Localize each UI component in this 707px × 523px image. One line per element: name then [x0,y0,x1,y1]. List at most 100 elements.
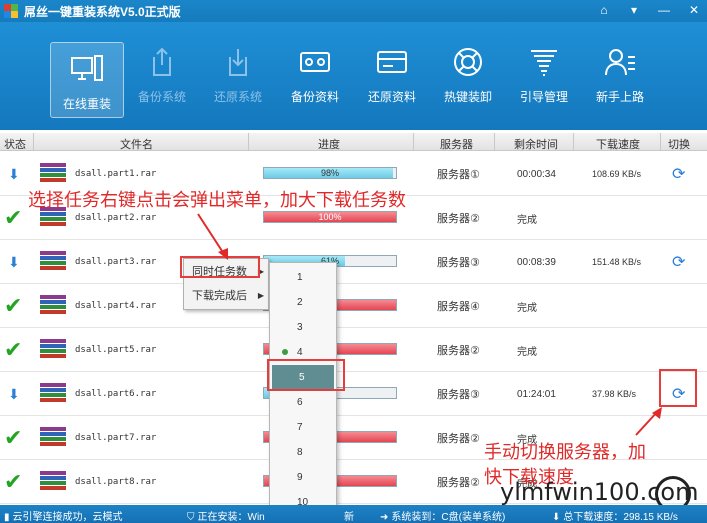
file-name: dsall.part3.rar [75,257,157,267]
submenu-option[interactable]: 6 [270,390,336,415]
progress-text: 100% [318,212,342,222]
rar-file-icon [40,251,66,273]
status-bar: ▮ 云引擎连接成功，云模式 ⛉ 正在安装：Win 新 ➜ 系统装到：C盘(装单系统) … [0,505,707,523]
card-icon [372,42,412,82]
rar-file-icon [40,163,66,185]
submenu-option[interactable]: 2 [270,290,336,315]
remaining-time: 00:08:39 [517,256,556,268]
lifebuoy-icon [448,42,488,82]
tool-restore-data[interactable]: 还原资料 [355,36,429,112]
remaining-time: 00:00:34 [517,168,556,180]
server-name: 服务器② [437,345,480,357]
rar-file-icon [40,295,66,317]
install-arrow-icon: ➜ [380,512,389,523]
file-name: dsall.part8.rar [75,477,157,487]
done-check-icon: ✔ [4,425,23,450]
remaining-time: 完成 [517,346,537,358]
download-arrow-icon: ⬇ [552,512,561,523]
header-progress: 进度 [318,139,340,151]
menu-item-after-download[interactable]: 下载完成后 ▶ [192,287,268,305]
server-name: 服务器② [437,213,480,225]
file-name: dsall.part7.rar [75,433,157,443]
option-highlight-frame [267,359,345,391]
server-name: 服务器① [437,169,480,181]
header-switch: 切换 [668,139,690,151]
tool-label: 备份资料 [290,90,339,104]
tool-label: 在线重装 [62,97,111,111]
table-row[interactable]: ⬇ dsall.part6.rar 服务器③ 01:24:01 37.98 KB… [0,372,707,416]
switch-server-icon[interactable]: ⟳ [672,240,685,284]
user-icon [600,42,640,82]
annotation-arrow-icon [197,213,228,260]
tool-online-reinstall[interactable]: 在线重装 [50,42,124,118]
downloading-arrow-icon: ⬇ [8,385,20,402]
switch-highlight-frame [659,369,697,407]
submenu-option[interactable]: 9 [270,465,336,490]
checked-bullet-icon [282,349,288,355]
status-total-speed: ⬇ 总下载速度：298.15 KB/s [552,512,678,523]
download-icon [218,42,258,82]
signal-icon: ▮ [4,512,10,523]
annotation-arrow-icon [635,407,662,436]
download-speed: 151.48 KB/s [592,257,642,267]
done-check-icon: ✔ [4,293,23,318]
submenu-option[interactable]: 7 [270,415,336,440]
annotation-right-1: 手动切换服务器，加 [484,442,646,462]
rar-file-icon [40,383,66,405]
table-row[interactable]: ⬇ dsall.part3.rar 61% 服务器③ 00:08:39 151.… [0,240,707,284]
tool-backup-data[interactable]: 备份资料 [278,36,352,112]
server-name: 服务器② [437,477,480,489]
annotation-top: 选择任务右键点击会弹出菜单，加大下载任务数 [28,190,406,210]
submenu-option[interactable]: 1 [270,265,336,290]
rar-file-icon [40,427,66,449]
tool-label: 还原资料 [367,90,416,104]
remaining-time: 01:24:01 [517,388,556,400]
main-toolbar: 在线重装 备份系统 还原系统 备份资料 还原资料 热键装卸 引导管理 新手上路 [0,22,707,130]
window-title: 屌丝一键重装系统V5.0正式版 [24,4,181,19]
status-connection: ▮ 云引擎连接成功，云模式 [4,512,123,523]
tool-beginner[interactable]: 新手上路 [583,36,657,112]
progress-text: 98% [320,168,339,178]
table-row[interactable]: ✔ dsall.part4.rar 服务器④ 完成 [0,284,707,328]
menu-icon[interactable]: ▾ [627,3,641,17]
switch-server-icon[interactable]: ⟳ [672,152,685,196]
submenu-option[interactable]: 3 [270,315,336,340]
file-name: dsall.part5.rar [75,345,157,355]
status-installing-tail: 新 [344,512,354,523]
done-check-icon: ✔ [4,469,23,494]
rar-file-icon [40,339,66,361]
table-row[interactable]: ✔ dsall.part5.rar 服务器② 完成 [0,328,707,372]
tool-restore-system[interactable]: 还原系统 [201,36,275,112]
submenu-option[interactable]: 8 [270,440,336,465]
app-logo-icon [4,4,18,18]
submenu-arrow-icon: ▶ [257,291,264,300]
download-speed: 108.69 KB/s [592,169,642,179]
header-remaining: 剩余时间 [514,139,558,151]
downloading-arrow-icon: ⬇ [8,165,20,182]
remaining-time: 完成 [517,302,537,314]
remaining-time: 完成 [517,214,537,226]
header-server: 服务器 [440,139,473,151]
status-system-to: ➜ 系统装到：C盘(装单系统) [380,512,506,523]
file-name: dsall.part6.rar [75,389,157,399]
server-name: 服务器③ [437,389,480,401]
tool-label: 热键装卸 [443,90,492,104]
minimize-icon[interactable]: — [657,3,671,17]
header-status: 状态 [4,139,26,151]
server-name: 服务器④ [437,301,480,313]
tape-icon [295,42,335,82]
done-check-icon: ✔ [4,337,23,362]
tool-label: 备份系统 [137,90,186,104]
done-check-icon: ✔ [4,205,23,230]
close-icon[interactable]: ✕ [687,3,701,17]
tool-label: 引导管理 [519,90,568,104]
home-icon[interactable]: ⌂ [597,3,611,17]
title-bar: 屌丝一键重装系统V5.0正式版 ⌂ ▾ — ✕ [0,0,707,22]
tool-hotkey[interactable]: 热键装卸 [431,36,505,112]
upload-icon [142,42,182,82]
tool-boot-manager[interactable]: 引导管理 [507,36,581,112]
downloading-arrow-icon: ⬇ [8,253,20,270]
header-filename: 文件名 [120,139,153,151]
tool-label: 还原系统 [213,90,262,104]
tool-backup-system[interactable]: 备份系统 [125,36,199,112]
